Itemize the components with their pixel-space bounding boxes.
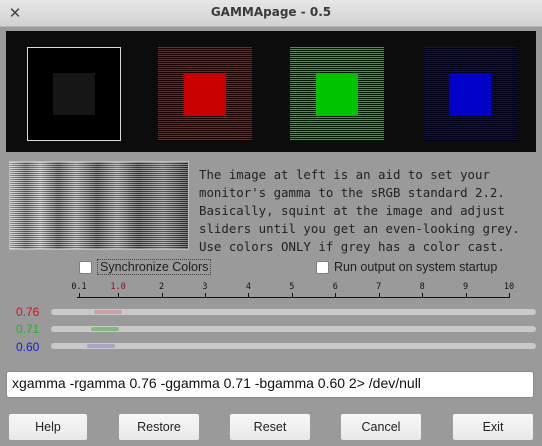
- scale-tick-3: 3: [195, 283, 215, 298]
- run-on-startup-checkbox[interactable]: Run output on system startup: [316, 260, 498, 276]
- blue-gamma-value: 0.60: [16, 340, 40, 354]
- scale-tick-7: 7: [369, 283, 389, 298]
- green-swatch: [290, 47, 384, 141]
- red-gamma-value: 0.76: [16, 305, 40, 319]
- green-swatch-center: [316, 73, 358, 115]
- command-field[interactable]: xgamma -rgamma 0.76 -ggamma 0.71 -bgamma…: [6, 371, 534, 398]
- red-slider-handle[interactable]: [93, 310, 122, 314]
- scale-tick-2: 2: [152, 283, 172, 298]
- synchronize-colors-checkbox-box[interactable]: [79, 261, 92, 274]
- scale-tick-0-1: 0.1: [69, 283, 89, 298]
- scale-tick-1-0: 1.0: [108, 283, 128, 298]
- gamma-test-image: [9, 161, 189, 250]
- exit-button[interactable]: Exit: [452, 413, 534, 441]
- instructions-text: The image at left is an aid to set your …: [199, 167, 520, 254]
- scale-tick-4: 4: [238, 283, 258, 298]
- synchronize-colors-checkbox[interactable]: Synchronize Colors: [79, 259, 212, 276]
- blue-slider-handle[interactable]: [86, 344, 115, 348]
- blue-swatch: [423, 47, 517, 141]
- scale-tick-10: 10: [499, 283, 519, 298]
- red-swatch: [158, 47, 252, 141]
- grey-swatch: [27, 47, 121, 141]
- scale-tick-6: 6: [325, 283, 345, 298]
- green-gamma-value: 0.71: [16, 322, 40, 336]
- scale-tick-9: 9: [456, 283, 476, 298]
- red-swatch-center: [184, 73, 226, 115]
- run-on-startup-checkbox-box[interactable]: [316, 261, 329, 274]
- scale-line: [77, 297, 510, 298]
- scale-tick-5: 5: [282, 283, 302, 298]
- reset-button[interactable]: Reset: [229, 413, 311, 441]
- cancel-button[interactable]: Cancel: [340, 413, 422, 441]
- grey-swatch-center: [53, 73, 95, 115]
- blue-swatch-center: [449, 73, 491, 115]
- synchronize-colors-label: Synchronize Colors: [97, 259, 212, 275]
- gamma-scale: 0.1 1.0 2 3 4 5 6 7 8 9 10: [69, 283, 522, 303]
- scale-tick-8: 8: [412, 283, 432, 298]
- blue-gamma-slider[interactable]: [51, 343, 536, 349]
- window-title: GAMMApage - 0.5: [210, 5, 332, 19]
- run-on-startup-label: Run output on system startup: [334, 260, 498, 274]
- red-gamma-slider[interactable]: [51, 309, 536, 315]
- green-gamma-slider[interactable]: [51, 326, 536, 332]
- color-swatch-panel: [6, 31, 536, 152]
- green-slider-handle[interactable]: [91, 327, 120, 331]
- restore-button[interactable]: Restore: [118, 413, 200, 441]
- title-bar: ✕ GAMMApage - 0.5: [0, 0, 542, 27]
- help-button[interactable]: Help: [8, 413, 88, 441]
